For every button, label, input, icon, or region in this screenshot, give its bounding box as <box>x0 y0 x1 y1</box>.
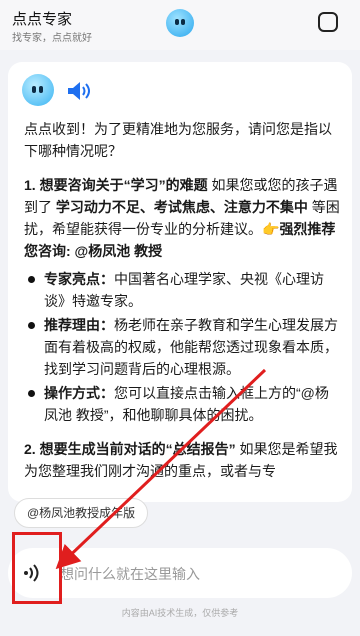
speaker-icon[interactable] <box>66 80 92 102</box>
option-1: 1. 想要咨询关于“学习”的难题 如果您或您的孩子遇到了 学习动力不足、考试焦虑… <box>24 174 340 426</box>
new-chat-icon[interactable] <box>318 12 338 32</box>
pointing-hand-icon: 👉 <box>262 221 280 237</box>
ai-disclaimer: 内容由AI技术生成，仅供参考 <box>121 608 239 618</box>
option-2: 2. 想要生成当前对话的“总结报告” 如果您是希望我为您整理我们刚才沟通的重点，… <box>24 438 340 482</box>
list-item: 推荐理由：杨老师在亲子教育和学生心理发展方面有着极高的权威，他能帮您透过现象看本… <box>24 314 340 380</box>
message-header <box>22 74 102 108</box>
option-1-title: 1. 想要咨询关于“学习”的难题 <box>24 177 208 193</box>
chat-input-placeholder[interactable]: 想问什么就在这里输入 <box>60 564 200 584</box>
message-body: 点点收到！为了更精准地为您服务，请问您是指以下哪种情况呢？ 1. 想要咨询关于“… <box>24 118 340 494</box>
assistant-message-card: 点点收到！为了更精准地为您服务，请问您是指以下哪种情况呢？ 1. 想要咨询关于“… <box>8 62 352 502</box>
mascot-avatar-icon[interactable] <box>166 9 194 37</box>
app-title: 点点专家 <box>12 11 73 28</box>
option-1-highlight: 学习动力不足、考试焦虑、注意力不集中 <box>55 199 308 215</box>
mascot-icon <box>22 74 54 106</box>
list-item: 专家亮点：中国著名心理学家、央视《心理访谈》特邀专家。 <box>24 268 340 312</box>
option-2-title: 2. 想要生成当前对话的“总结报告” <box>24 441 236 457</box>
annotation-highlight-box <box>12 532 62 604</box>
expert-mention-chip[interactable]: @杨凤池教授成年版 <box>14 498 149 528</box>
list-item: 操作方式：您可以直接点击输入框上方的“@杨凤池 教授”，和他聊聊具体的困扰。 <box>24 382 340 426</box>
app-subtitle: 找专家，点点就好 <box>12 33 92 44</box>
app-header: 点点专家 找专家，点点就好 <box>0 0 360 50</box>
expert-details: 专家亮点：中国著名心理学家、央视《心理访谈》特邀专家。 推荐理由：杨老师在亲子教… <box>24 268 340 426</box>
message-intro: 点点收到！为了更精准地为您服务，请问您是指以下哪种情况呢？ <box>24 121 332 159</box>
